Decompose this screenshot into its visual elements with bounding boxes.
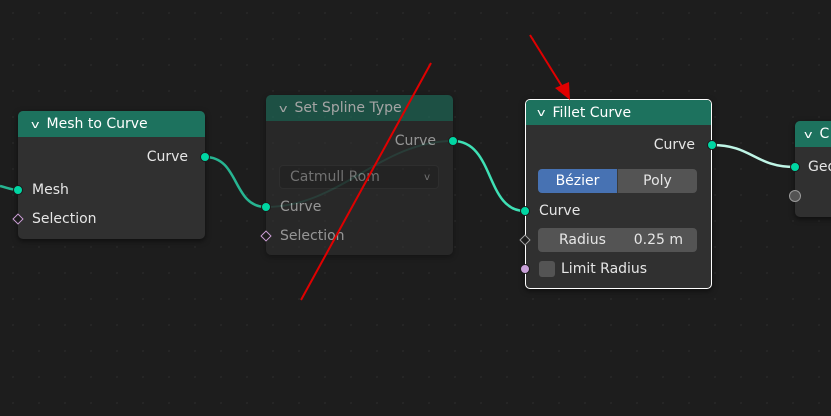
fillet-input-limit-radius-socket[interactable] <box>520 264 530 274</box>
chevron-down-icon[interactable]: v <box>804 128 812 141</box>
limit-radius-label: Limit Radius <box>561 261 648 277</box>
mode-poly-button[interactable]: Poly <box>617 169 697 193</box>
spline-type-value: Catmull Rom <box>290 169 380 185</box>
mesh-to-curve-node[interactable]: v Mesh to Curve Curve Mesh Selection <box>18 111 205 239</box>
input-curve-label: Curve <box>539 203 581 219</box>
input-curve-label: Curve <box>280 199 322 215</box>
input-selection-label: Selection <box>32 211 97 227</box>
input-mesh-label: Mesh <box>32 182 69 198</box>
fillet-output-curve-socket[interactable] <box>707 140 717 150</box>
output-curve-label: Curve <box>146 149 188 165</box>
input-selection-label: Selection <box>280 228 345 244</box>
spline-type-dropdown[interactable]: Catmull Rom v <box>279 165 439 189</box>
chevron-down-icon[interactable]: v <box>279 102 287 115</box>
fillet-curve-node[interactable]: v Fillet Curve Curve Bézier Poly Curve R… <box>525 99 712 289</box>
node-title: Mesh to Curve <box>46 116 148 132</box>
output-node-input-socket[interactable] <box>789 190 801 202</box>
mode-bezier-button[interactable]: Bézier <box>538 169 617 193</box>
input-geometry-label: Geo <box>808 159 831 175</box>
set-spline-type-node[interactable]: v Set Spline Type Curve Catmull Rom v Cu… <box>266 95 453 255</box>
radius-value: 0.25 m <box>633 232 683 248</box>
chevron-down-icon[interactable]: v <box>31 118 39 131</box>
mesh-to-curve-header[interactable]: v Mesh to Curve <box>18 111 205 137</box>
fillet-curve-header[interactable]: v Fillet Curve <box>526 100 711 125</box>
link-set-spline-to-fillet <box>452 139 526 213</box>
radius-field[interactable]: Radius 0.25 m <box>538 228 697 252</box>
link-fillet-to-geometry <box>711 143 796 169</box>
output-node-partial[interactable]: v C Geo <box>795 121 831 217</box>
set-spline-output-curve-socket[interactable] <box>448 136 458 146</box>
node-title: Fillet Curve <box>552 104 632 121</box>
set-spline-input-curve-socket[interactable] <box>261 202 271 212</box>
output-curve-label: Curve <box>394 133 436 149</box>
radius-label: Radius <box>559 232 606 248</box>
node-title: Set Spline Type <box>294 100 402 116</box>
node-title: C <box>819 126 830 142</box>
link-mesh-to-curve-to-set-spline <box>204 155 267 209</box>
mode-selector[interactable]: Bézier Poly <box>538 169 697 193</box>
mesh-to-curve-output-curve-socket[interactable] <box>200 152 210 162</box>
limit-radius-checkbox[interactable] <box>539 261 555 277</box>
output-curve-label: Curve <box>653 137 695 153</box>
mesh-to-curve-input-mesh-socket[interactable] <box>13 185 23 195</box>
set-spline-type-header[interactable]: v Set Spline Type <box>266 95 453 121</box>
chevron-down-icon[interactable]: v <box>537 106 545 119</box>
fillet-input-curve-socket[interactable] <box>520 206 530 216</box>
output-node-header[interactable]: v C <box>795 121 831 147</box>
chevron-down-icon: v <box>424 171 430 183</box>
output-node-input-geometry-socket[interactable] <box>790 162 800 172</box>
